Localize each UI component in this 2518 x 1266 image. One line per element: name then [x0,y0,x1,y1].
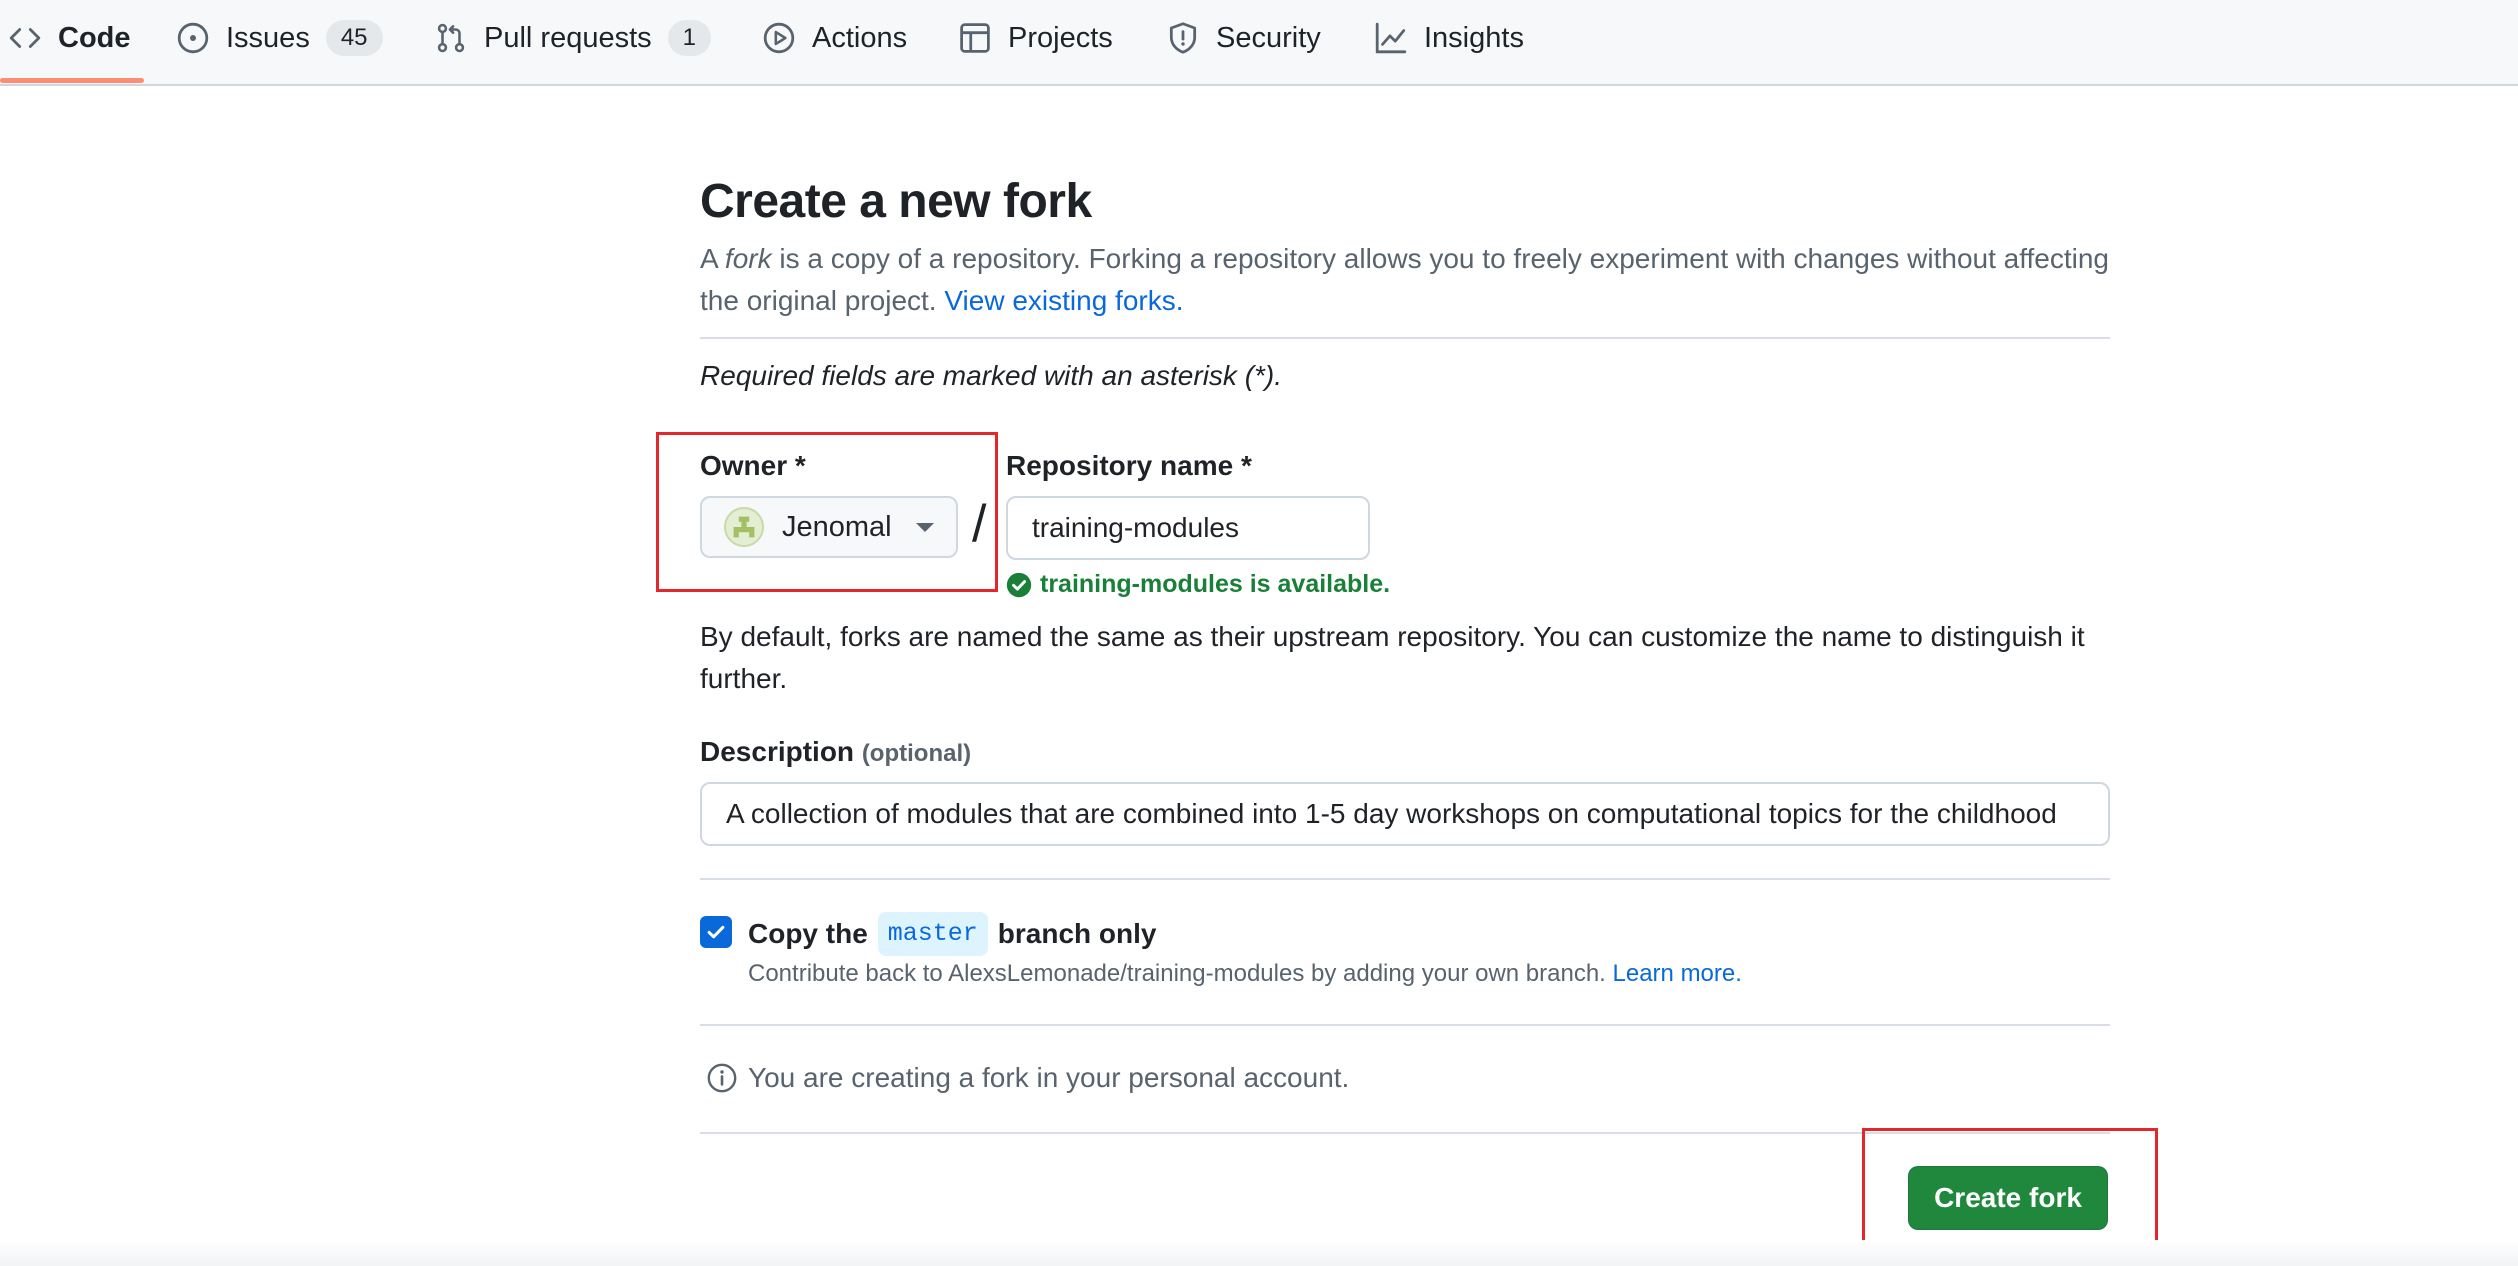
identicon-icon [733,516,755,538]
divider [700,878,2110,880]
create-fork-button[interactable]: Create fork [1908,1166,2108,1230]
copy-label-prefix: Copy the [748,918,868,949]
shield-icon [1166,21,1200,55]
optional-hint: (optional) [861,740,972,767]
git-pull-request-icon [434,21,468,55]
page-title: Create a new fork [700,175,1092,228]
learn-more-link[interactable]: Learn more. [1613,960,1742,987]
divider [700,1024,2110,1026]
owner-dropdown[interactable]: Jenomal [700,496,958,558]
repository-name-input[interactable] [1006,496,1370,560]
chevron-down-icon [916,522,934,532]
intro-rest: is a copy of a repository. Forking a rep… [700,243,2110,316]
tab-actions[interactable]: Actions [762,0,907,76]
owner-repo-separator: / [972,495,987,553]
intro-em: fork [724,243,772,274]
graph-icon [1374,21,1408,55]
owner-value: Jenomal [782,510,892,543]
tab-insights-label: Insights [1424,21,1524,54]
check-icon [707,925,725,939]
copy-branch-description: Contribute back to AlexsLemonade/trainin… [748,960,1742,988]
copy-sub-text: Contribute back to AlexsLemonade/trainin… [748,960,1613,987]
copy-label-suffix: branch only [997,918,1157,949]
availability-text: training-modules is available. [1040,570,1391,598]
intro-text: A fork is a copy of a repository. Forkin… [700,238,2110,322]
tab-code-label: Code [58,21,131,54]
tab-issues[interactable]: Issues 45 [176,0,383,76]
table-icon [958,21,992,55]
check-circle-icon [1006,572,1032,598]
tab-code[interactable]: Code [8,0,131,76]
availability-message: training-modules is available. [1006,570,1390,599]
tab-pull-requests[interactable]: Pull requests 1 [434,0,712,76]
tab-projects-label: Projects [1008,21,1113,54]
tab-pull-requests-label: Pull requests [484,21,652,54]
tab-actions-label: Actions [812,21,908,54]
repo-nav: Code Issues 45 Pull requests 1 Actions P… [0,0,2518,86]
copy-branch-checkbox[interactable] [700,916,732,948]
info-text: You are creating a fork in your personal… [748,1062,1350,1093]
view-existing-forks-link[interactable]: View existing forks. [944,285,1183,316]
issue-opened-icon [176,21,210,55]
divider [700,1132,2110,1134]
tab-insights[interactable]: Insights [1374,0,1524,76]
tab-projects[interactable]: Projects [958,0,1113,76]
description-input[interactable] [700,782,2110,846]
copy-branch-label: Copy the master branch only [748,912,1157,956]
bottom-edge [0,1240,2518,1266]
description-label-text: Description [700,736,855,767]
intro-prefix: A [700,243,725,274]
owner-label: Owner * [700,450,806,481]
branch-name-code: master [877,912,988,956]
personal-account-note: You are creating a fork in your personal… [706,1062,1349,1094]
default-name-help: By default, forks are named the same as … [700,621,2085,694]
code-icon [8,21,42,55]
issues-count-badge: 45 [325,20,383,56]
repository-name-label: Repository name * [1006,450,1252,481]
selected-tab-underline [0,78,144,83]
info-icon [706,1062,738,1094]
tab-security[interactable]: Security [1166,0,1321,76]
tab-security-label: Security [1216,21,1321,54]
tab-issues-label: Issues [226,21,310,54]
description-label: Description (optional) [700,736,971,768]
pull-requests-count-badge: 1 [667,20,712,56]
divider [700,337,2110,339]
avatar [724,507,764,547]
play-icon [762,21,796,55]
required-fields-note: Required fields are marked with an aster… [700,360,1283,391]
